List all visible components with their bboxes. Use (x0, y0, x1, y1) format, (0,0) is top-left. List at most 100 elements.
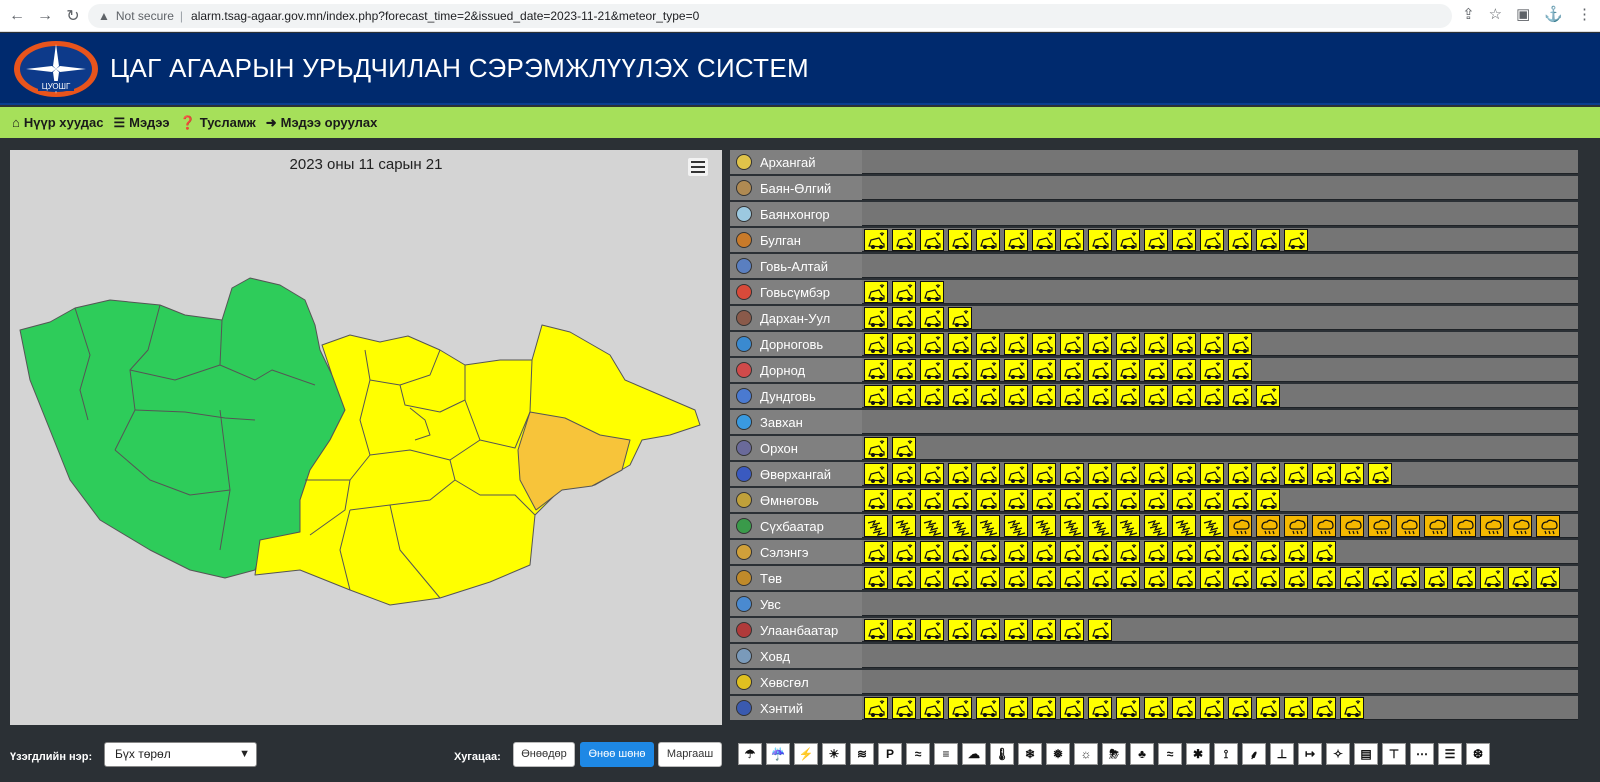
shower-icon[interactable]: ☁ (962, 743, 986, 765)
car-snow-alert-icon[interactable] (892, 229, 916, 251)
car-snow-alert-icon[interactable] (1284, 229, 1308, 251)
car-snow-alert-icon[interactable] (1116, 567, 1140, 589)
car-snow-alert-icon[interactable] (976, 541, 1000, 563)
province-name-cell[interactable]: Дорноговь (730, 332, 862, 356)
province-row[interactable]: Улаанбаатар (730, 618, 1578, 642)
bookmark-star-icon[interactable]: ☆ (1489, 5, 1502, 23)
car-snow-alert-icon[interactable] (920, 281, 944, 303)
car-snow-alert-icon[interactable] (1228, 697, 1252, 719)
car-snow-alert-icon[interactable] (1116, 229, 1140, 251)
car-snow-alert-icon[interactable] (948, 359, 972, 381)
cloud-snow-icon[interactable]: ❅ (1046, 743, 1070, 765)
car-snow-alert-icon[interactable] (920, 489, 944, 511)
car-snow-alert-icon[interactable] (1144, 697, 1168, 719)
province-name-cell[interactable]: Сэлэнгэ (730, 540, 862, 564)
blizzard-alert-icon[interactable] (1172, 515, 1196, 537)
car-snow-alert-icon[interactable] (1200, 463, 1224, 485)
car-snow-alert-icon[interactable] (1340, 697, 1364, 719)
car-snow-alert-icon[interactable] (1256, 229, 1280, 251)
province-name-cell[interactable]: Архангай (730, 150, 862, 174)
car-snow-alert-icon[interactable] (1368, 463, 1392, 485)
temperature-icon[interactable]: 🌡 (990, 743, 1014, 765)
province-name-cell[interactable]: Сүхбаатар (730, 514, 862, 538)
province-name-cell[interactable]: Хөвсгөл (730, 670, 862, 694)
car-snow-alert-icon[interactable] (948, 333, 972, 355)
address-bar[interactable]: ▲ Not secure | alarm.tsag-agaar.gov.mn/i… (88, 4, 1452, 28)
province-row[interactable]: Увс (730, 592, 1578, 616)
car-snow-alert-icon[interactable] (1172, 489, 1196, 511)
car-snow-alert-icon[interactable] (1536, 567, 1560, 589)
province-name-cell[interactable]: Орхон (730, 436, 862, 460)
car-snow-alert-icon[interactable] (1004, 359, 1028, 381)
car-snow-alert-icon[interactable] (1004, 333, 1028, 355)
share-icon[interactable]: ⇪ (1462, 5, 1475, 23)
car-snow-alert-icon[interactable] (1116, 385, 1140, 407)
car-snow-alert-icon[interactable] (1284, 567, 1308, 589)
blizzard-alert-icon[interactable] (948, 515, 972, 537)
car-snow-alert-icon[interactable] (1116, 489, 1140, 511)
car-snow-alert-icon[interactable] (864, 541, 888, 563)
car-snow-alert-icon[interactable] (892, 619, 916, 641)
car-snow-alert-icon[interactable] (1060, 619, 1084, 641)
blizzard-alert-icon[interactable] (1004, 515, 1028, 537)
car-snow-alert-icon[interactable] (920, 359, 944, 381)
car-snow-alert-icon[interactable] (1312, 697, 1336, 719)
car-snow-alert-icon[interactable] (1088, 619, 1112, 641)
car-snow-alert-icon[interactable] (892, 697, 916, 719)
period-tonight-button[interactable]: Өнөө шөнө (580, 742, 654, 767)
kebab-menu-icon[interactable]: ⋮ (1577, 5, 1592, 23)
lightning-icon[interactable]: ⚡ (794, 743, 818, 765)
car-snow-alert-icon[interactable] (892, 437, 916, 459)
province-name-cell[interactable]: Говь-Алтай (730, 254, 862, 278)
hamburger-menu-icon[interactable] (688, 158, 708, 176)
car-snow-alert-icon[interactable] (1480, 567, 1504, 589)
car-snow-alert-icon[interactable] (1032, 359, 1056, 381)
snowstorm-alert-icon[interactable] (1256, 515, 1280, 537)
car-snow-alert-icon[interactable] (1088, 541, 1112, 563)
province-row[interactable]: Хөвсгөл (730, 670, 1578, 694)
car-snow-alert-icon[interactable] (1088, 697, 1112, 719)
car-snow-alert-icon[interactable] (1116, 697, 1140, 719)
province-name-cell[interactable]: Увс (730, 592, 862, 616)
province-row[interactable]: Орхон (730, 436, 1578, 460)
car-snow-alert-icon[interactable] (948, 541, 972, 563)
car-snow-alert-icon[interactable] (976, 697, 1000, 719)
car-snow-alert-icon[interactable] (1060, 359, 1084, 381)
car-snow-alert-icon[interactable] (1116, 333, 1140, 355)
car-snow-alert-icon[interactable] (1312, 567, 1336, 589)
car-snow-alert-icon[interactable] (1256, 541, 1280, 563)
blizzard-alert-icon[interactable] (1116, 515, 1140, 537)
province-name-cell[interactable]: Төв (730, 566, 862, 590)
car-snow-alert-icon[interactable] (1060, 541, 1084, 563)
car-snow-alert-icon[interactable] (948, 463, 972, 485)
snowstorm-icon[interactable]: ≈ (906, 743, 930, 765)
car-snow-alert-icon[interactable] (1200, 333, 1224, 355)
province-name-cell[interactable]: Завхан (730, 410, 862, 434)
menu-help[interactable]: ❓ Тусламж (180, 115, 256, 131)
car-snow-alert-icon[interactable] (1144, 229, 1168, 251)
blizzard-alert-icon[interactable] (864, 515, 888, 537)
car-snow-alert-icon[interactable] (1256, 489, 1280, 511)
blizzard-alert-icon[interactable] (1032, 515, 1056, 537)
car-snow-alert-icon[interactable] (1424, 567, 1448, 589)
menu-home[interactable]: ⌂ Нүүр хуудас (12, 115, 104, 130)
car-snow-alert-icon[interactable] (1088, 385, 1112, 407)
period-today-button[interactable]: Өнөөдөр (513, 742, 575, 767)
car-snow-alert-icon[interactable] (1396, 567, 1420, 589)
province-row[interactable]: Төв (730, 566, 1578, 590)
blizzard-alert-icon[interactable] (1060, 515, 1084, 537)
car-snow-alert-icon[interactable] (1200, 541, 1224, 563)
province-name-cell[interactable]: Булган (730, 228, 862, 252)
car-snow-alert-icon[interactable] (948, 307, 972, 329)
car-snow-alert-icon[interactable] (1508, 567, 1532, 589)
province-name-cell[interactable]: Ховд (730, 644, 862, 668)
province-name-cell[interactable]: Өмнөговь (730, 488, 862, 512)
province-row[interactable]: Булган (730, 228, 1578, 252)
car-snow-alert-icon[interactable] (920, 619, 944, 641)
car-snow-alert-icon[interactable] (920, 385, 944, 407)
blizzard-alert-icon[interactable] (1200, 515, 1224, 537)
snowstorm-alert-icon[interactable] (1228, 515, 1252, 537)
province-row[interactable]: Баян-Өлгий (730, 176, 1578, 200)
car-snow-alert-icon[interactable] (1340, 567, 1364, 589)
car-snow-alert-icon[interactable] (1200, 229, 1224, 251)
